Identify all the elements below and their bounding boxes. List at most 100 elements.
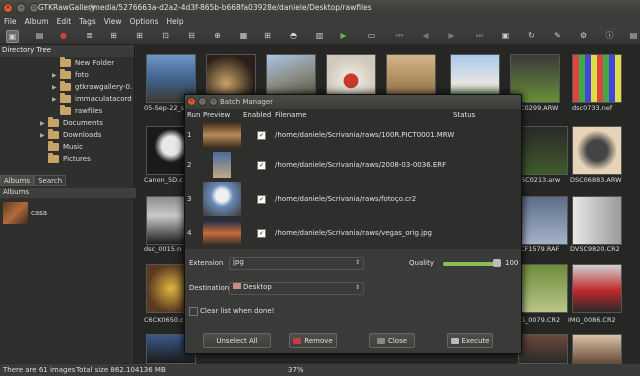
- expand-arrow-icon[interactable]: ▶: [52, 72, 60, 79]
- column-header[interactable]: Enabled: [243, 111, 271, 119]
- extension-label: Extension: [189, 259, 224, 267]
- thumbnail-label: Canon_5D.c: [144, 176, 183, 184]
- close-window-button[interactable]: ×: [3, 3, 13, 13]
- enabled-checkbox[interactable]: ✔: [257, 161, 266, 170]
- column-header[interactable]: Run: [187, 111, 200, 119]
- gallery-thumbnail[interactable]: [572, 126, 622, 175]
- gallery-thumbnail[interactable]: [572, 54, 622, 103]
- thumbnails-icon[interactable]: ⊡: [160, 30, 171, 41]
- expand-arrow-icon[interactable]: ▶: [52, 96, 60, 103]
- document-icon[interactable]: ▤: [34, 30, 45, 41]
- stop-icon[interactable]: ●: [58, 30, 69, 41]
- gallery-thumbnail[interactable]: [518, 126, 568, 175]
- tab-albums[interactable]: Albums: [0, 175, 35, 186]
- thumbnail-label: IMG_0086.CR2: [568, 316, 616, 324]
- batch-table: Run Preview Enabled Filename Status 1 ✔ …: [185, 109, 521, 249]
- album-item[interactable]: casa: [3, 202, 47, 224]
- slider-handle[interactable]: [493, 259, 501, 267]
- thumbnail-label: SC0299.ARW: [516, 104, 559, 112]
- menu-file[interactable]: File: [0, 15, 21, 28]
- menu-tags[interactable]: Tags: [75, 15, 100, 28]
- next-icon[interactable]: ▶: [446, 30, 457, 41]
- menu-options[interactable]: Options: [126, 15, 163, 28]
- tab-search[interactable]: Search: [34, 175, 67, 186]
- thumbnail-label: DSC06883.ARW: [570, 176, 622, 184]
- destination-select[interactable]: Desktop ⇕: [229, 282, 364, 295]
- extension-select[interactable]: jpg ⇕: [229, 257, 364, 270]
- row-preview: [203, 220, 241, 246]
- more-icon[interactable]: ▤: [628, 30, 639, 41]
- gallery-thumbnail[interactable]: [518, 196, 568, 245]
- minimize-window-button[interactable]: –: [16, 3, 26, 13]
- dialog-maximize-icon[interactable]: ▫: [209, 97, 218, 106]
- column-header[interactable]: Preview: [203, 111, 230, 119]
- zoom-icon[interactable]: ⊕: [212, 30, 223, 41]
- row-preview: [213, 152, 231, 178]
- quality-value: 100: [505, 259, 519, 267]
- expand-arrow-icon[interactable]: ▶: [40, 120, 48, 127]
- enabled-checkbox[interactable]: ✔: [257, 195, 266, 204]
- view-icon[interactable]: ▣: [500, 30, 511, 41]
- image-icon[interactable]: ▥: [314, 30, 325, 41]
- chevron-updown-icon: ⇕: [354, 284, 360, 291]
- edit-icon[interactable]: ✎: [552, 30, 563, 41]
- dialog-minimize-icon[interactable]: –: [198, 97, 207, 106]
- grid-small-icon[interactable]: ⊞: [134, 30, 145, 41]
- unselect-all-button[interactable]: Unselect All: [203, 333, 271, 348]
- dialog-title-bar: × – ▫ Batch Manager: [185, 95, 521, 108]
- menu-album[interactable]: Album: [21, 15, 53, 28]
- close-button[interactable]: Close: [369, 333, 415, 348]
- table-row[interactable]: 1 ✔ /home/daniele/Scrivania/raws/100R.PI…: [185, 120, 521, 150]
- menu-view[interactable]: View: [100, 15, 126, 28]
- gallery-thumbnail[interactable]: [518, 264, 568, 313]
- histogram-icon[interactable]: ▦: [238, 30, 249, 41]
- gallery-thumbnail[interactable]: [518, 334, 568, 364]
- status-bar: There are 61 images Total size 862.10413…: [0, 364, 640, 376]
- execute-button[interactable]: Execute: [447, 333, 493, 348]
- gallery-thumbnail[interactable]: [572, 334, 622, 364]
- table-row[interactable]: 2 ✔ /home/daniele/Scrivania/raws/2008-03…: [185, 150, 521, 180]
- camera-icon[interactable]: ◓: [288, 30, 299, 41]
- settings-icon[interactable]: ⚙: [578, 30, 589, 41]
- destination-label: Destination: [189, 284, 230, 292]
- table-row[interactable]: 3 ✔ /home/daniele/Scrivania/raws/fotoço.…: [185, 180, 521, 218]
- menu-bar: File Album Edit Tags View Options Help: [0, 15, 640, 28]
- table-row[interactable]: 4 ✔ /home/daniele/Scrivania/raws/vegas_o…: [185, 218, 521, 248]
- quality-slider[interactable]: [443, 259, 501, 267]
- zoom-level: 37%: [288, 366, 304, 374]
- directory-tree-title: Directory Tree: [0, 45, 134, 57]
- last-icon[interactable]: ⏭: [474, 30, 485, 41]
- gallery-thumbnail[interactable]: [572, 196, 622, 245]
- enabled-checkbox[interactable]: ✔: [257, 229, 266, 238]
- enabled-checkbox[interactable]: ✔: [257, 131, 266, 140]
- expand-arrow-icon[interactable]: ▶: [52, 84, 60, 91]
- prev-icon[interactable]: ◀: [420, 30, 431, 41]
- row-filename: /home/daniele/Scrivania/raws/100R.PICT00…: [275, 131, 455, 139]
- folder-icon: [48, 117, 59, 127]
- info-icon[interactable]: ⓘ: [604, 30, 615, 41]
- panel-icon[interactable]: ▭: [366, 30, 377, 41]
- menu-help[interactable]: Help: [163, 15, 188, 28]
- thumbnail-label: C6CK0650.c: [144, 316, 184, 324]
- folder-icon: [60, 69, 71, 79]
- play-icon[interactable]: ▶: [338, 30, 349, 41]
- clear-list-checkbox[interactable]: [189, 307, 198, 316]
- grid-icon[interactable]: ⊞: [108, 30, 119, 41]
- fullscreen-icon[interactable]: ⊟: [186, 30, 197, 41]
- first-icon[interactable]: ⏮: [394, 30, 405, 41]
- expand-arrow-icon[interactable]: ▶: [40, 132, 48, 139]
- dialog-close-icon[interactable]: ×: [187, 97, 196, 106]
- folder-icon: [60, 105, 71, 115]
- menu-edit[interactable]: Edit: [53, 15, 76, 28]
- folder-icon[interactable]: ▣: [6, 30, 19, 43]
- column-header[interactable]: Filename: [275, 111, 307, 119]
- gallery-thumbnail[interactable]: [572, 264, 622, 313]
- toolbar: ▣ ▤ ● ≣ ⊞ ⊞ ⊡ ⊟ ⊕ ▦ ⊞ ◓ ▥ ▶ ▭ ⏮ ◀ ▶ ⏭ ▣ …: [0, 28, 640, 45]
- run-number: 3: [187, 195, 192, 203]
- rotate-icon[interactable]: ↻: [526, 30, 537, 41]
- remove-button[interactable]: Remove: [289, 333, 337, 348]
- column-header[interactable]: Status: [453, 111, 475, 119]
- grid-view-icon[interactable]: ⊞: [262, 30, 273, 41]
- albums-header[interactable]: Albums: [0, 188, 137, 198]
- list-icon[interactable]: ≣: [84, 30, 95, 41]
